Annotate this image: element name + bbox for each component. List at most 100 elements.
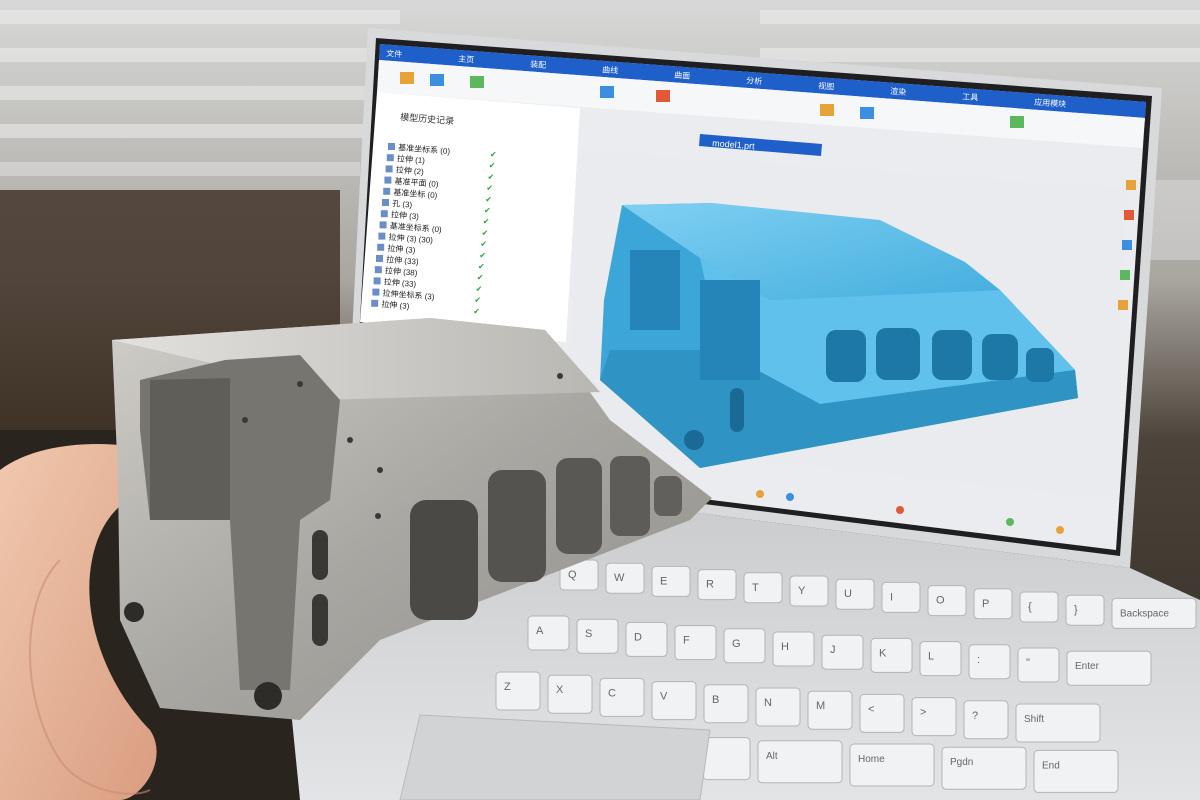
keyboard-key[interactable]: T	[743, 572, 783, 604]
keyboard-key[interactable]: Y	[789, 575, 829, 607]
feature-icon	[372, 288, 380, 296]
cad-pocket	[932, 330, 972, 380]
checkmark-icon: ✔	[473, 307, 480, 316]
keyboard-key[interactable]: "	[1017, 647, 1060, 683]
part-slot	[312, 594, 328, 646]
cad-cavity	[630, 250, 680, 330]
keyboard-key-label: W	[614, 572, 625, 584]
keyboard-key[interactable]: :	[968, 644, 1011, 680]
keyboard-key[interactable]: C	[599, 677, 645, 717]
keyboard-key[interactable]: D	[625, 621, 668, 657]
checkmark-icon: ✔	[476, 284, 483, 293]
checkmark-icon: ✔	[477, 273, 484, 282]
keyboard-key-label: :	[977, 654, 980, 666]
keyboard-key[interactable]: F	[674, 625, 717, 661]
part-pocket	[654, 476, 682, 516]
keyboard-key-label: "	[1026, 657, 1030, 669]
keyboard-key[interactable]: K	[870, 637, 913, 673]
feature-icon	[384, 176, 392, 184]
keyboard-key-label: }	[1074, 604, 1078, 616]
keyboard-key[interactable]: R	[697, 569, 737, 601]
ribbon-tab[interactable]: 分析	[746, 75, 763, 86]
keyboard-key[interactable]: U	[835, 578, 875, 610]
cad-slot	[730, 388, 744, 432]
keyboard-key[interactable]: }	[1065, 594, 1105, 626]
keyboard-key[interactable]: ?	[963, 700, 1009, 740]
part-bore	[254, 682, 282, 710]
keyboard-key[interactable]: W	[605, 562, 645, 594]
keyboard-key[interactable]: G	[723, 628, 766, 664]
keyboard-key[interactable]: I	[881, 581, 921, 613]
cad-pocket	[876, 328, 920, 380]
keyboard-key[interactable]: B	[703, 684, 749, 724]
feature-icon	[373, 277, 381, 285]
ribbon-tab[interactable]: 主页	[458, 53, 475, 64]
keyboard-key-label: X	[556, 684, 564, 696]
keyboard-key-label: T	[752, 582, 759, 594]
feature-icon	[379, 221, 387, 229]
keyboard-key-label: N	[764, 697, 772, 709]
keyboard-key[interactable]: V	[651, 681, 697, 721]
feature-icon	[388, 143, 395, 150]
ribbon-tab[interactable]: 装配	[530, 59, 547, 70]
keyboard-key-label: Y	[798, 585, 806, 597]
keyboard-key-label: End	[1042, 760, 1060, 771]
keyboard-key[interactable]: P	[973, 588, 1013, 620]
keyboard-key-label: U	[844, 588, 852, 600]
keyboard-key-label: I	[890, 591, 893, 603]
keyboard-key-label: Pgdn	[950, 757, 973, 768]
keyboard-key[interactable]	[702, 737, 751, 781]
keyboard-key-label: K	[879, 647, 887, 659]
cad-pocket	[982, 334, 1018, 380]
keyboard-key[interactable]: O	[927, 585, 967, 617]
keyboard-key[interactable]: E	[651, 565, 691, 597]
feature-icon	[376, 255, 383, 262]
keyboard-key[interactable]: M	[807, 690, 853, 730]
checkmark-icon: ✔	[479, 251, 486, 260]
feature-icon	[378, 232, 386, 240]
touchpad[interactable]	[399, 714, 711, 800]
keyboard-key[interactable]: >	[911, 697, 957, 737]
checkmark-icon: ✔	[488, 172, 495, 181]
checkmark-icon: ✔	[474, 296, 481, 305]
feature-icon	[386, 154, 394, 162]
keyboard-key-label: O	[936, 595, 945, 607]
keyboard-key-label: P	[982, 598, 989, 610]
keyboard-key[interactable]: N	[755, 687, 801, 727]
keyboard-key-label: E	[660, 575, 667, 587]
keyboard-key[interactable]: {	[1019, 591, 1059, 623]
keyboard-key[interactable]: L	[919, 641, 962, 677]
keyboard-key[interactable]: <	[859, 693, 905, 733]
keyboard-key-label: M	[816, 700, 825, 712]
keyboard-key[interactable]: Shift	[1015, 703, 1101, 743]
keyboard-key[interactable]: Enter	[1066, 650, 1152, 686]
keyboard-key[interactable]: H	[772, 631, 815, 667]
keyboard-key[interactable]: Pgdn	[941, 746, 1027, 790]
keyboard-key-label: F	[683, 635, 690, 647]
keyboard-key[interactable]: Backspace	[1111, 597, 1197, 629]
feature-icon	[377, 243, 385, 251]
navigator-item-label: 孔 (3)	[392, 199, 413, 210]
keyboard-key[interactable]: A	[527, 615, 570, 651]
keyboard-key[interactable]: End	[1033, 749, 1119, 793]
keyboard-key-label: D	[634, 631, 642, 643]
keyboard-key[interactable]: X	[547, 674, 593, 714]
keyboard-key[interactable]: Alt	[757, 740, 843, 784]
feature-icon	[374, 266, 382, 274]
keyboard-key[interactable]: J	[821, 634, 864, 670]
feature-icon	[371, 299, 379, 307]
ribbon-tab[interactable]: 曲面	[674, 70, 691, 81]
ribbon-tab[interactable]: 工具	[962, 92, 979, 102]
keyboard-key-label: Q	[568, 569, 577, 581]
keyboard-key[interactable]: S	[576, 618, 619, 654]
keyboard-key-label: <	[868, 703, 874, 715]
ribbon-tab[interactable]: 文件	[386, 48, 403, 59]
keyboard-key-label: V	[660, 691, 668, 703]
ribbon-tab[interactable]: 曲线	[602, 64, 619, 75]
ribbon-tab[interactable]: 渲染	[890, 86, 907, 97]
keyboard-key[interactable]: Z	[495, 671, 541, 711]
keyboard-key[interactable]: Home	[849, 743, 935, 787]
ribbon-tab[interactable]: 视图	[818, 80, 835, 91]
keyboard-key-label: Backspace	[1120, 608, 1169, 619]
cad-pocket	[826, 330, 866, 382]
